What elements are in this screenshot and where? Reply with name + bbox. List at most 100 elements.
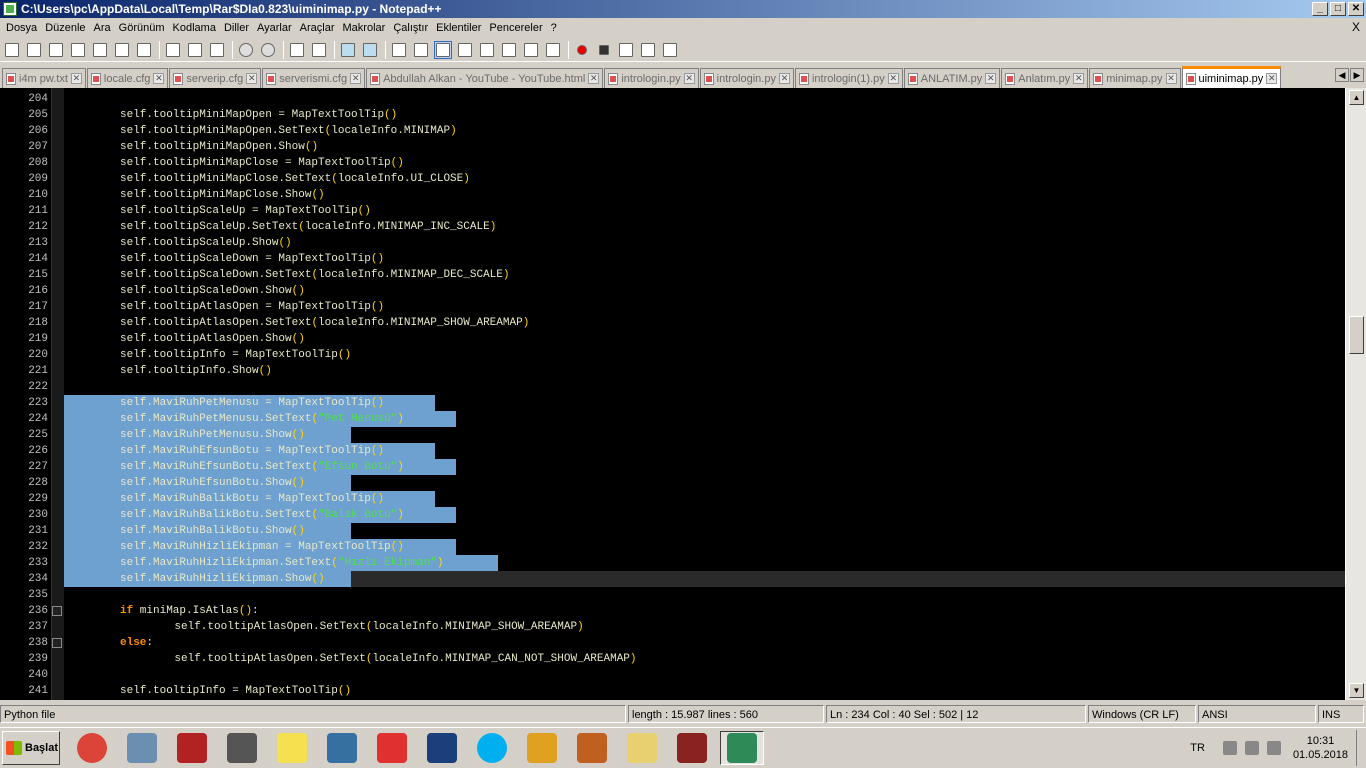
code-line[interactable]: self.tooltipInfo = MapTextToolTip() [64, 347, 1345, 363]
tab-11[interactable]: uiminimap.py ✕ [1181, 66, 1282, 88]
headset-taskbar-button[interactable] [220, 731, 264, 765]
status-eol[interactable]: Windows (CR LF) [1088, 705, 1196, 723]
menu-item-2[interactable]: Ara [90, 22, 115, 34]
menu-item-4[interactable]: Kodlama [169, 22, 220, 34]
tab-close-icon[interactable]: ✕ [1266, 73, 1278, 84]
menu-item-8[interactable]: Makrolar [339, 22, 390, 34]
tab-5[interactable]: introlo​gin.py ✕ [604, 68, 699, 88]
menu-item-11[interactable]: Pencereler [485, 22, 546, 34]
code-line[interactable]: self.tooltipScaleDown = MapTextToolTip() [64, 251, 1345, 267]
menu-item-12[interactable]: ? [547, 22, 561, 34]
fold-toggle-else[interactable] [52, 638, 62, 648]
code-line[interactable]: self.tooltipMiniMapClose.Show() [64, 187, 1345, 203]
close-button[interactable]: ✕ [1348, 2, 1364, 16]
new-file-icon[interactable] [3, 41, 21, 59]
code-line[interactable]: self.tooltipAtlasOpen.Show() [64, 331, 1345, 347]
code-line[interactable]: self.MaviRuhBalikBotu = MapTextToolTip() [64, 491, 1345, 507]
tab-scroll-left-button[interactable]: ◀ [1335, 68, 1349, 82]
tab-9[interactable]: Anlatım.py ✕ [1001, 68, 1089, 88]
undo-icon[interactable] [237, 41, 255, 59]
scroll-down-button[interactable]: ▼ [1349, 683, 1364, 698]
close-document-button[interactable]: X [1352, 20, 1360, 34]
code-line[interactable]: self.MaviRuhEfsunBotu.SetText("Efsun Bot… [64, 459, 1345, 475]
tab-close-icon[interactable]: ✕ [778, 73, 790, 84]
menu-item-6[interactable]: Ayarlar [253, 22, 296, 34]
tab-10[interactable]: minimap.py ✕ [1089, 68, 1181, 88]
code-line[interactable]: self.tooltipAtlasOpen.SetText(localeInfo… [64, 619, 1345, 635]
yellow-app-taskbar-button[interactable] [270, 731, 314, 765]
virtualbox-taskbar-button[interactable] [420, 731, 464, 765]
mt2-taskbar-button[interactable] [570, 731, 614, 765]
python-taskbar-button[interactable] [320, 731, 364, 765]
network-tray-icon[interactable] [1244, 741, 1259, 755]
code-line[interactable]: self.MaviRuhHizliEkipman = MapTextToolTi… [64, 539, 1345, 555]
start-button[interactable]: Başlat [2, 731, 60, 765]
tab-8[interactable]: ANLATIM.py ✕ [903, 68, 1001, 88]
print-icon[interactable] [135, 41, 153, 59]
tab-close-icon[interactable]: ✕ [153, 73, 165, 84]
tab-close-icon[interactable]: ✕ [683, 73, 695, 84]
menu-item-7[interactable]: Araçlar [296, 22, 339, 34]
yandex-taskbar-button[interactable] [370, 731, 414, 765]
fold-toggle-if[interactable] [52, 606, 62, 616]
code-line[interactable]: self.MaviRuhEfsunBotu = MapTextToolTip() [64, 443, 1345, 459]
monitoring-icon[interactable] [544, 41, 562, 59]
tab-6[interactable]: introlo​gin.py ✕ [699, 68, 794, 88]
menu-item-10[interactable]: Eklentiler [432, 22, 485, 34]
code-line[interactable]: self.MaviRuhBalikBotu.SetText("Balık Bot… [64, 507, 1345, 523]
code-line[interactable]: self.tooltipScaleUp.SetText(localeInfo.M… [64, 219, 1345, 235]
tab-close-icon[interactable]: ✕ [70, 73, 82, 84]
filezilla-taskbar-button[interactable] [170, 731, 214, 765]
code-line[interactable] [64, 587, 1345, 603]
code-area[interactable]: self.tooltipMiniMapOpen = MapTextToolTip… [64, 88, 1345, 700]
code-line[interactable]: self.MaviRuhPetMenusu.SetText("Pet Menüs… [64, 411, 1345, 427]
tab-close-icon[interactable]: ✕ [588, 73, 600, 84]
tab-scroll-right-button[interactable]: ▶ [1350, 68, 1364, 82]
code-line[interactable]: self.tooltipInfo = MapTextToolTip() [64, 683, 1345, 699]
code-line[interactable]: self.tooltipMiniMapClose.SetText(localeI… [64, 171, 1345, 187]
code-line[interactable]: self.tooltipAtlasOpen.SetText(localeInfo… [64, 651, 1345, 667]
save-macro-icon[interactable] [661, 41, 679, 59]
tab-4[interactable]: Abdullah Alkan - YouTube - YouTube.html ✕ [366, 68, 604, 88]
tab-close-icon[interactable]: ✕ [1073, 73, 1085, 84]
code-line[interactable]: self.tooltipAtlasOpen.SetText(localeInfo… [64, 315, 1345, 331]
tab-0[interactable]: i4m pw.txt ✕ [2, 68, 86, 88]
tab-1[interactable]: locale.cfg ✕ [86, 68, 169, 88]
show-desktop-button[interactable] [1356, 730, 1366, 766]
save-all-icon[interactable] [69, 41, 87, 59]
chrome-taskbar-button[interactable] [70, 731, 114, 765]
code-line[interactable]: self.MaviRuhHizliEkipman.SetText("Hızlı … [64, 555, 1345, 571]
code-line[interactable]: self.tooltipScaleUp.Show() [64, 235, 1345, 251]
zoom-out-icon[interactable] [361, 41, 379, 59]
network-taskbar-button[interactable] [120, 731, 164, 765]
replace-icon[interactable] [310, 41, 328, 59]
code-line[interactable]: self.tooltipInfo.Show() [64, 363, 1345, 379]
vertical-scrollbar[interactable]: ▲ ▼ [1345, 88, 1366, 700]
code-line[interactable]: self.MaviRuhEfsunBotu.Show() [64, 475, 1345, 491]
status-encoding[interactable]: ANSI [1198, 705, 1316, 723]
record-macro-icon[interactable] [573, 41, 591, 59]
tab-close-icon[interactable]: ✕ [246, 73, 258, 84]
tab-7[interactable]: introlo​gin(1).py ✕ [794, 68, 903, 88]
tab-close-icon[interactable]: ✕ [1165, 73, 1177, 84]
stop-macro-icon[interactable] [595, 41, 613, 59]
menu-item-3[interactable]: Görünüm [115, 22, 169, 34]
indent-guide-icon[interactable] [434, 40, 452, 59]
menu-item-9[interactable]: Çalıştır [389, 22, 432, 34]
show-all-chars-icon[interactable] [412, 41, 430, 59]
open-file-icon[interactable] [25, 41, 43, 59]
maximize-button[interactable]: □ [1330, 2, 1346, 16]
close-icon[interactable] [91, 41, 109, 59]
play-macro-icon[interactable] [617, 41, 635, 59]
code-line[interactable]: else: [64, 635, 1345, 651]
code-line[interactable]: self.tooltipMiniMapOpen.SetText(localeIn… [64, 123, 1345, 139]
tab-close-icon[interactable]: ✕ [985, 73, 997, 84]
folder-workspace-icon[interactable] [522, 41, 540, 59]
scroll-thumb[interactable] [1349, 316, 1364, 354]
code-line[interactable]: self.tooltipScaleDown.SetText(localeInfo… [64, 267, 1345, 283]
save-icon[interactable] [47, 41, 65, 59]
language-indicator[interactable]: TR [1190, 742, 1205, 754]
code-line[interactable] [64, 379, 1345, 395]
folder-taskbar-button[interactable] [620, 731, 664, 765]
dragon-taskbar-button[interactable] [520, 731, 564, 765]
